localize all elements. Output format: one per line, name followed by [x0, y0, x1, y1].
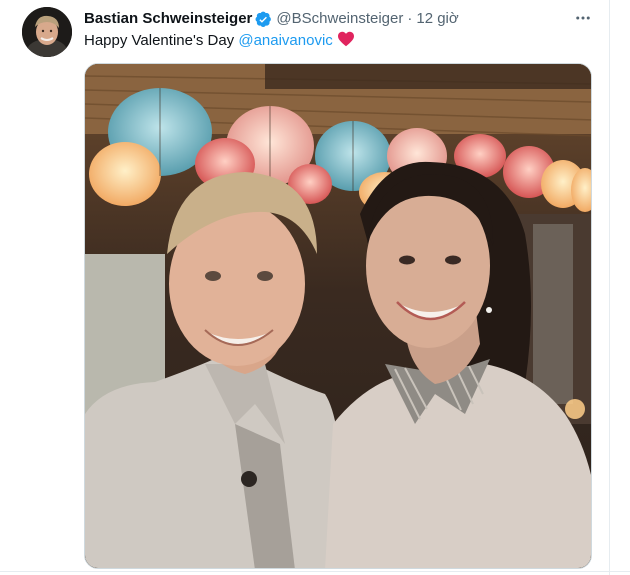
tweet-timestamp[interactable]: 12 giờ: [416, 9, 458, 29]
avatar-image: [22, 7, 72, 57]
tweet-header: Bastian Schweinsteiger @BSchweinsteiger …: [84, 9, 459, 29]
selfie-photo-image: [85, 64, 591, 568]
separator-dot: ·: [407, 10, 413, 27]
mention-link[interactable]: @anaivanovic: [238, 32, 332, 49]
author-handle[interactable]: @BSchweinsteiger: [276, 9, 403, 29]
red-heart-icon: [337, 31, 355, 47]
column-divider: [609, 0, 610, 575]
tweet-text: Happy Valentine's Day @anaivanovic: [84, 31, 355, 51]
tweet-text-body: Happy Valentine's Day: [84, 32, 235, 49]
tweet-divider: [0, 571, 630, 572]
tweet[interactable]: Bastian Schweinsteiger @BSchweinsteiger …: [0, 0, 609, 571]
author-display-name[interactable]: Bastian Schweinsteiger: [84, 9, 252, 29]
avatar[interactable]: [22, 7, 72, 57]
tweet-screenshot: Bastian Schweinsteiger @BSchweinsteiger …: [0, 0, 630, 575]
more-horizontal-icon[interactable]: [570, 6, 596, 30]
verified-badge-icon: [255, 11, 272, 28]
tweet-photo[interactable]: [84, 63, 592, 569]
